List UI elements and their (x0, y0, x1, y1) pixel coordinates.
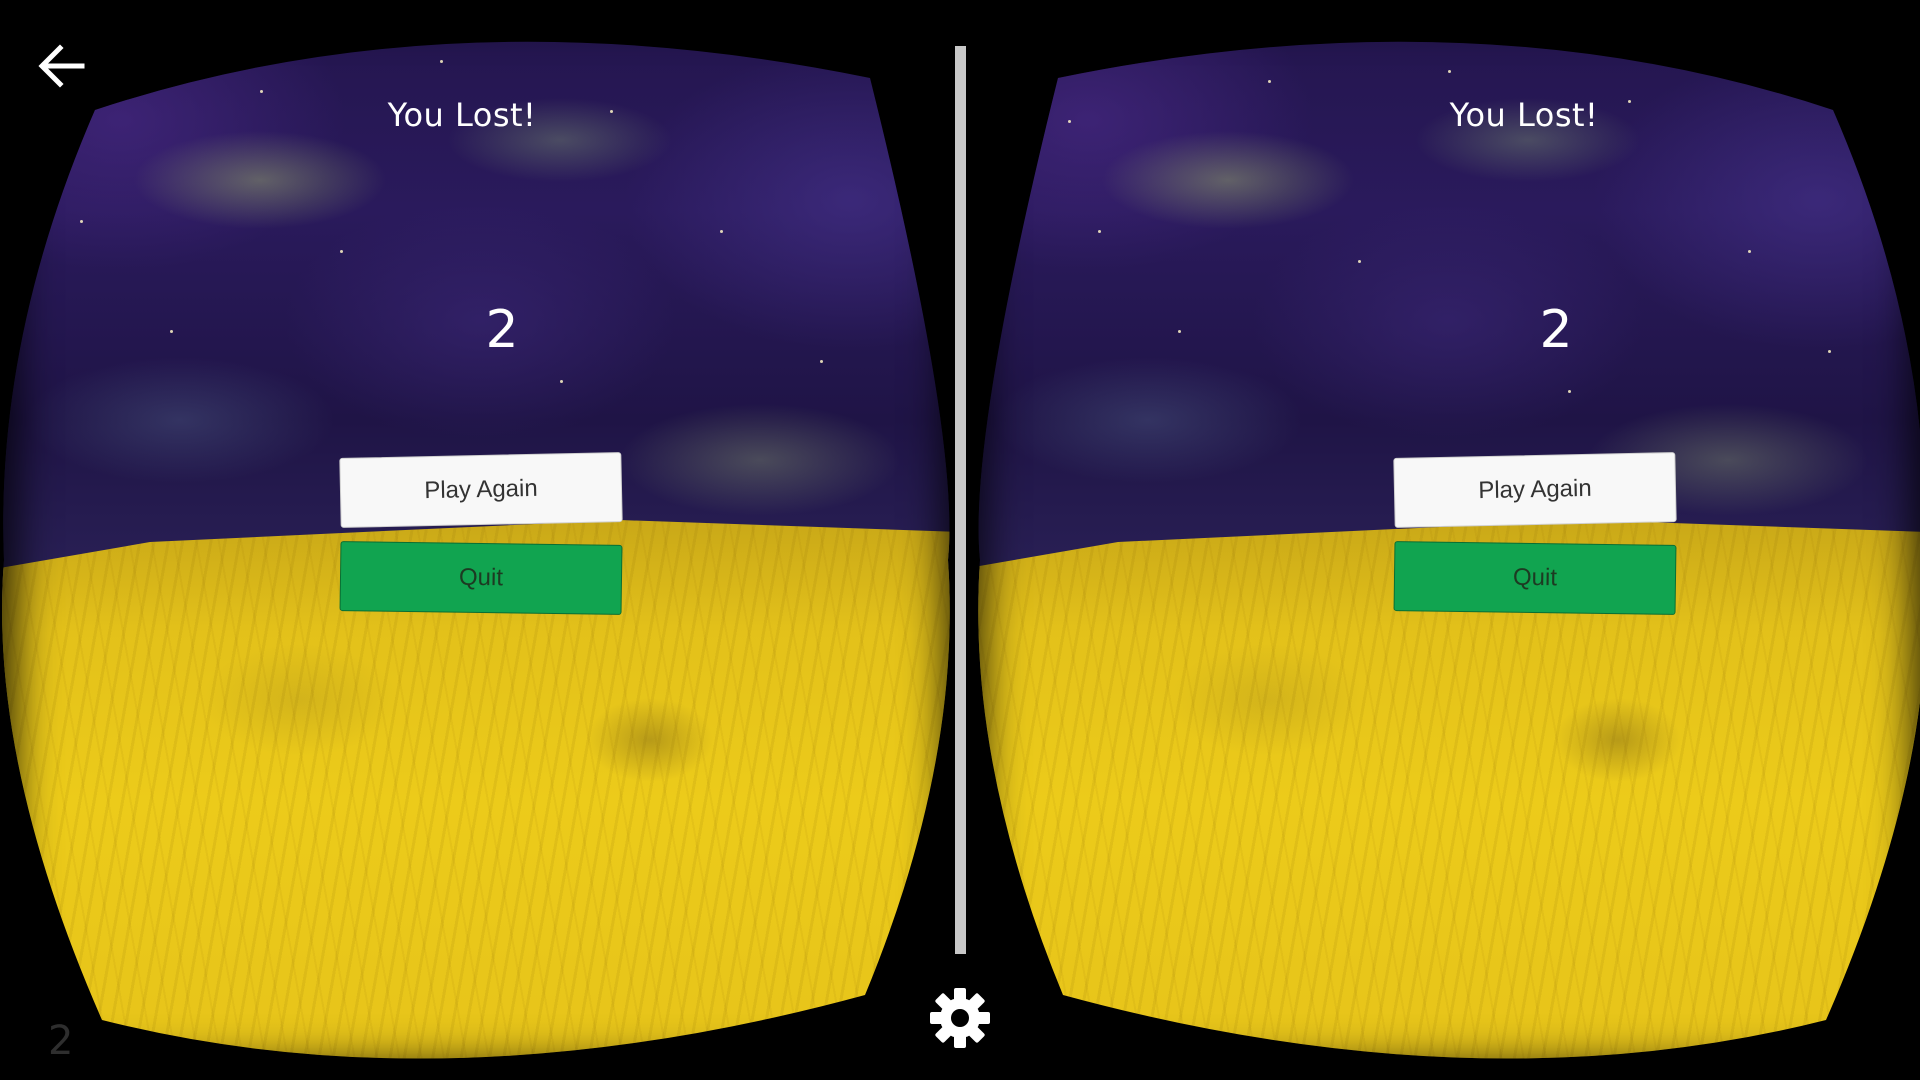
back-button[interactable] (30, 34, 94, 98)
quit-button[interactable]: Quit (339, 541, 623, 615)
left-eye-view: You Lost! 2 Play Again Quit (0, 0, 960, 1080)
left-lens (0, 0, 960, 1080)
score-display: 2 (485, 300, 519, 360)
game-over-title: You Lost! (387, 96, 537, 134)
gear-icon (930, 988, 990, 1048)
back-arrow-icon (38, 44, 85, 88)
quit-button[interactable]: Quit (1393, 541, 1677, 615)
corner-score-number: 2 (48, 1018, 74, 1064)
vr-divider (955, 46, 966, 954)
vr-screen: You Lost! 2 Play Again Quit You Lost! 2 (0, 0, 1920, 1080)
score-display: 2 (1539, 300, 1573, 360)
right-eye-view: You Lost! 2 Play Again Quit (968, 0, 1920, 1080)
settings-button[interactable] (926, 984, 994, 1052)
right-lens (968, 0, 1920, 1080)
game-over-title: You Lost! (1449, 96, 1599, 134)
play-again-button[interactable]: Play Again (339, 452, 623, 528)
play-again-button[interactable]: Play Again (1393, 452, 1677, 528)
